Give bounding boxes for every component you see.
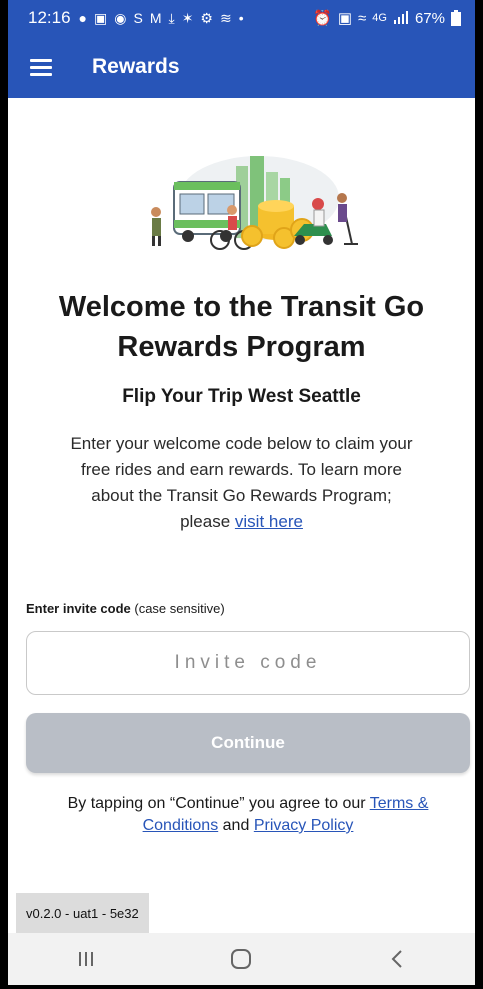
home-icon bbox=[231, 949, 252, 969]
notification-icon: ✶ bbox=[181, 9, 194, 26]
continue-button[interactable]: Continue bbox=[26, 713, 470, 773]
wifi-icon: ≈ bbox=[358, 9, 367, 27]
network-type: 4G bbox=[372, 12, 387, 24]
notification-icon: ● bbox=[78, 10, 88, 26]
notification-icon: M bbox=[149, 10, 162, 26]
status-bar: 12:16 ● ▣ ◉ S M ⤓ ✶ ⚙ ≋ • ⏰ ▣ ≈ 4G 67% bbox=[8, 0, 475, 36]
notification-icons: ● ▣ ◉ S M ⤓ ✶ ⚙ ≋ • bbox=[79, 10, 244, 27]
app-screen: 12:16 ● ▣ ◉ S M ⤓ ✶ ⚙ ≋ • ⏰ ▣ ≈ 4G 67% R… bbox=[0, 0, 483, 989]
alarm-icon: ⏰ bbox=[313, 10, 332, 27]
status-time: 12:16 bbox=[28, 8, 71, 27]
system-nav-bar bbox=[8, 933, 475, 985]
privacy-policy-link[interactable]: Privacy Policy bbox=[254, 817, 354, 834]
battery-level: 67% bbox=[414, 9, 445, 27]
app-bar: Rewards bbox=[8, 36, 475, 98]
invite-code-input[interactable] bbox=[26, 631, 470, 695]
welcome-description: Enter your welcome code below to claim y… bbox=[68, 431, 415, 535]
settings-icon: ⚙ bbox=[200, 9, 213, 26]
download-icon: ⤓ bbox=[168, 9, 175, 26]
hamburger-menu-icon[interactable] bbox=[8, 58, 72, 76]
notification-icon: ≋ bbox=[219, 9, 232, 26]
program-subheadline: Flip Your Trip West Seattle bbox=[122, 386, 361, 407]
terms-notice: By tapping on “Continue” you agree to ou… bbox=[38, 793, 458, 837]
terms-prefix: By tapping on “Continue” you agree to ou… bbox=[67, 795, 366, 812]
home-button[interactable] bbox=[211, 939, 271, 979]
system-icons: ⏰ ▣ ≈ 4G 67% bbox=[313, 9, 461, 27]
dot-icon: • bbox=[238, 10, 244, 26]
transit-rewards-illustration bbox=[151, 156, 358, 250]
back-button[interactable] bbox=[367, 939, 427, 979]
page-title: Rewards bbox=[92, 55, 180, 78]
recent-apps-button[interactable] bbox=[56, 939, 116, 979]
case-sensitive-note: (case sensitive) bbox=[134, 601, 225, 616]
notification-icon: S bbox=[133, 10, 143, 26]
battery-icon bbox=[451, 10, 461, 26]
visit-here-link[interactable]: visit here bbox=[235, 512, 303, 531]
invite-code-label-text: Enter invite code bbox=[26, 601, 131, 616]
back-icon bbox=[391, 950, 402, 968]
signal-icon bbox=[393, 11, 408, 24]
welcome-headline: Welcome to the Transit Go Rewards Progra… bbox=[58, 291, 425, 363]
notification-icon: ▣ bbox=[94, 9, 108, 26]
lock-icon: ▣ bbox=[337, 10, 353, 27]
notification-icon: ◉ bbox=[114, 9, 127, 26]
invite-code-label: Enter invite code (case sensitive) bbox=[26, 601, 225, 616]
terms-and: and bbox=[222, 817, 250, 834]
version-badge: v0.2.0 - uat1 - 5e32 bbox=[16, 893, 149, 933]
recent-apps-icon bbox=[78, 952, 93, 966]
